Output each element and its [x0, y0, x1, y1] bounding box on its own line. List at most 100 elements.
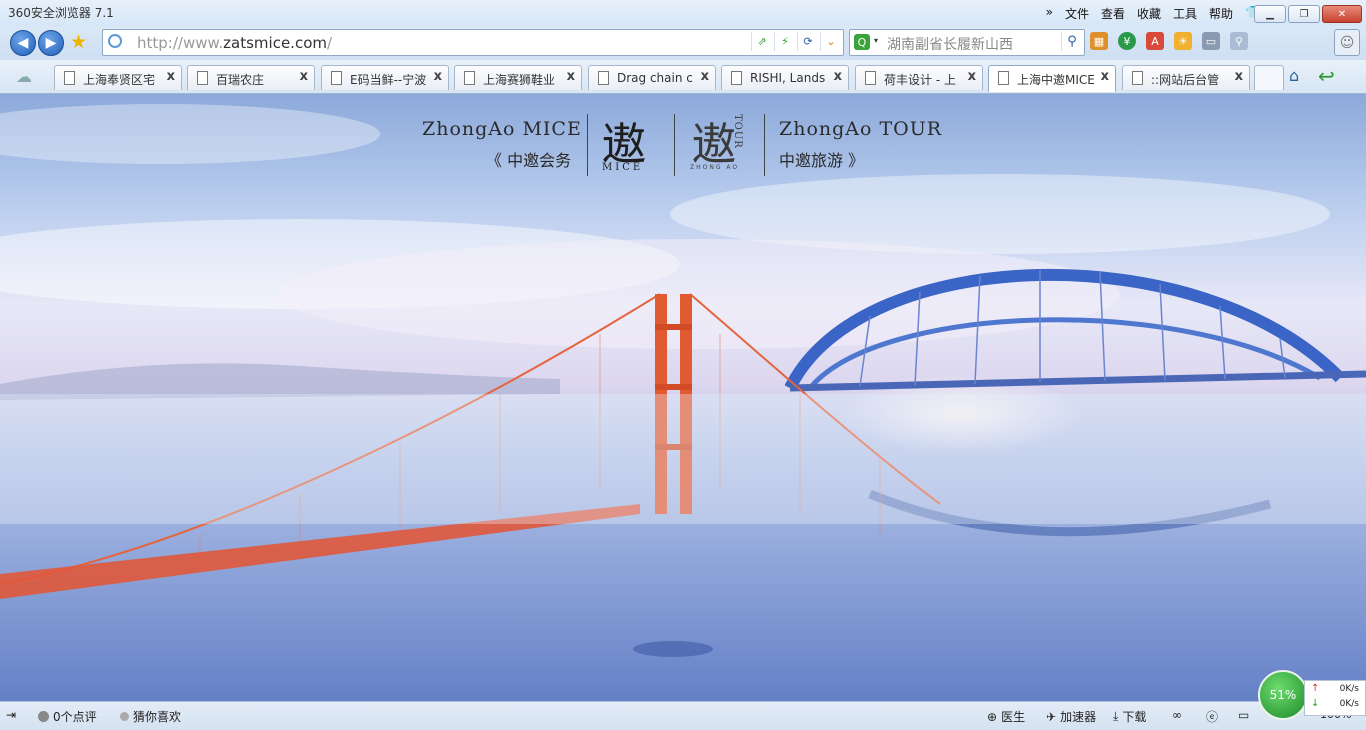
mice-seal-logo[interactable]: 遨 MICE	[600, 112, 660, 174]
network-speed-widget[interactable]: 51% ↑ 0K/s ↓ 0K/s	[1258, 670, 1366, 722]
ie-mode-icon[interactable]	[108, 34, 122, 48]
tab-label: Drag chain c	[617, 71, 693, 85]
tab-close-icon[interactable]: x	[834, 69, 842, 84]
menu-view[interactable]: 查看	[1101, 5, 1125, 22]
tab[interactable]: 百瑞农庄 x	[187, 65, 315, 90]
security-shield-icon[interactable]: ¥	[1118, 32, 1136, 50]
tab-close-icon[interactable]: x	[567, 69, 575, 84]
tab[interactable]: 上海赛狮鞋业 x	[454, 65, 582, 90]
page-icon	[197, 71, 208, 85]
home-icon[interactable]: ⌂	[1289, 66, 1299, 85]
divider	[764, 114, 765, 176]
page-icon	[64, 71, 75, 85]
page-icon	[464, 71, 475, 85]
doctor-icon: ⊕	[987, 709, 998, 724]
tab-close-icon[interactable]: x	[1101, 69, 1109, 84]
glasses-icon[interactable]: ∞	[1172, 708, 1182, 722]
page-icon	[331, 71, 342, 85]
menu-bar: » 文件 查看 收藏 工具 帮助 👕	[1046, 5, 1260, 22]
upload-arrow-icon: ↑	[1311, 683, 1320, 694]
user-avatar-icon[interactable]: ☺	[1334, 29, 1360, 56]
accelerator-item[interactable]: ✈ 加速器	[1046, 708, 1096, 725]
toolbar-icons: ▦ ¥ A ☀ ▭ ⚲	[1090, 32, 1248, 50]
tab[interactable]: 上海奉贤区宅 x	[54, 65, 182, 90]
download-arrow-icon: ↓	[1311, 698, 1320, 709]
menu-tools[interactable]: 工具	[1173, 5, 1197, 22]
engine-dropdown-icon[interactable]: ▾	[874, 36, 878, 45]
menu-file[interactable]: 文件	[1065, 5, 1089, 22]
guess-you-like-item[interactable]: 猜你喜欢	[120, 708, 181, 725]
tab[interactable]: E码当鲜--宁波 x	[321, 65, 449, 90]
tab[interactable]: ::网站后台管 x	[1122, 65, 1250, 90]
menu-help[interactable]: 帮助	[1209, 5, 1233, 22]
tab-close-icon[interactable]: x	[434, 69, 442, 84]
tab[interactable]: RISHI, Lands x	[721, 65, 849, 90]
mice-brand-subtitle: 《 中邀会务	[486, 151, 572, 170]
sidebar-toggle-icon[interactable]: ⇥	[6, 708, 16, 722]
address-tools: ⇗ ⚡ ⟳ ⌄	[751, 32, 841, 51]
forward-button[interactable]: ▶	[38, 30, 64, 56]
tab-label: ::网站后台管	[1151, 73, 1220, 87]
tab-close-icon[interactable]: x	[300, 69, 308, 84]
refresh-icon[interactable]: ⟳	[797, 32, 818, 51]
cloud-sync-icon[interactable]: ☁	[16, 67, 32, 86]
search-box[interactable]: Q ▾ 湖南副省长履新山西 ⚲	[849, 29, 1085, 56]
tour-brand-title: ZhongAo TOUR	[779, 118, 943, 140]
search-icon[interactable]: ⚲	[1061, 32, 1082, 51]
weather-icon[interactable]: ☀	[1174, 32, 1192, 50]
restore-closed-tab-icon[interactable]: ↩	[1318, 64, 1335, 88]
title-bar: 360安全浏览器 7.1 » 文件 查看 收藏 工具 帮助 👕 ▁ ❐ ✕	[0, 0, 1366, 26]
divider	[587, 114, 588, 176]
tab-bar: ☁ 上海奉贤区宅 x 百瑞农庄 x E码当鲜--宁波 x 上海赛狮鞋业 x Drag c…	[0, 60, 1366, 94]
more-menu-button[interactable]: »	[1046, 5, 1053, 22]
tab-label: E码当鲜--宁波	[350, 73, 427, 87]
tour-seal-logo[interactable]: 遨 TOUR ZHONG AO	[690, 112, 754, 174]
download-speed: 0K/s	[1339, 699, 1359, 709]
address-bar[interactable]: http://www.zatsmice.com/ ⇗ ⚡ ⟳ ⌄	[102, 29, 844, 56]
tab-label: 上海中邀MICE	[1017, 73, 1095, 87]
guess-label: 猜你喜欢	[133, 710, 182, 724]
tab[interactable]: 荷丰设计 - 上 x	[855, 65, 983, 90]
tab-close-icon[interactable]: x	[701, 69, 709, 84]
tab-label: 上海赛狮鞋业	[483, 73, 556, 87]
maximize-button[interactable]: ❐	[1288, 5, 1320, 23]
speed-mode-icon[interactable]: ⚡	[774, 32, 795, 51]
back-button[interactable]: ◀	[10, 30, 36, 56]
share-icon[interactable]: ⇗	[751, 32, 772, 51]
search-engine-icon[interactable]: Q	[854, 34, 870, 50]
download-label: 下载	[1122, 710, 1147, 724]
comments-item[interactable]: 0个点评	[38, 708, 97, 725]
menu-favorites[interactable]: 收藏	[1137, 5, 1161, 22]
comments-label: 0个点评	[53, 710, 97, 724]
seal-glyph: 遨	[692, 119, 736, 170]
status-bar: ⇥ 0个点评 猜你喜欢 ⊕医生 ✈加速器 ⤓下载 ∞ ⓔ ▭ 100%	[0, 701, 1366, 730]
page-icon	[865, 71, 876, 85]
url-text[interactable]: http://www.zatsmice.com/	[137, 34, 332, 52]
tour-brand-subtitle: 中邀旅游 》	[779, 151, 865, 170]
download-icon: ⤓	[1113, 709, 1119, 723]
new-tab-button[interactable]	[1254, 65, 1284, 90]
ie-icon[interactable]: ⓔ	[1206, 708, 1218, 725]
tab-close-icon[interactable]: x	[167, 69, 175, 84]
apps-icon[interactable]: ▦	[1090, 32, 1108, 50]
zoom-icon[interactable]: ⚲	[1230, 32, 1248, 50]
window-icon[interactable]: ▭	[1238, 708, 1249, 722]
tab[interactable]: Drag chain c x	[588, 65, 716, 90]
app-title: 360安全浏览器 7.1	[8, 6, 114, 20]
search-input[interactable]: 湖南副省长履新山西	[887, 34, 1013, 54]
screenshot-icon[interactable]: ▭	[1202, 32, 1220, 50]
pdf-icon[interactable]: A	[1146, 32, 1164, 50]
close-window-button[interactable]: ✕	[1322, 5, 1362, 23]
tab-active[interactable]: 上海中邀MICE x	[988, 65, 1116, 92]
memory-usage-ball[interactable]: 51%	[1258, 670, 1308, 720]
dropdown-chevron-icon[interactable]: ⌄	[820, 32, 841, 51]
doctor-item[interactable]: ⊕ 医生	[987, 708, 1025, 725]
favorites-star-icon[interactable]: ★	[70, 31, 87, 53]
tab-close-icon[interactable]: x	[968, 69, 976, 84]
download-item[interactable]: ⤓ 下载	[1113, 708, 1146, 725]
rocket-icon: ✈	[1046, 709, 1057, 724]
page-icon	[998, 71, 1009, 85]
minimize-button[interactable]: ▁	[1254, 5, 1286, 23]
tab-close-icon[interactable]: x	[1235, 69, 1243, 84]
doctor-label: 医生	[1001, 710, 1026, 724]
